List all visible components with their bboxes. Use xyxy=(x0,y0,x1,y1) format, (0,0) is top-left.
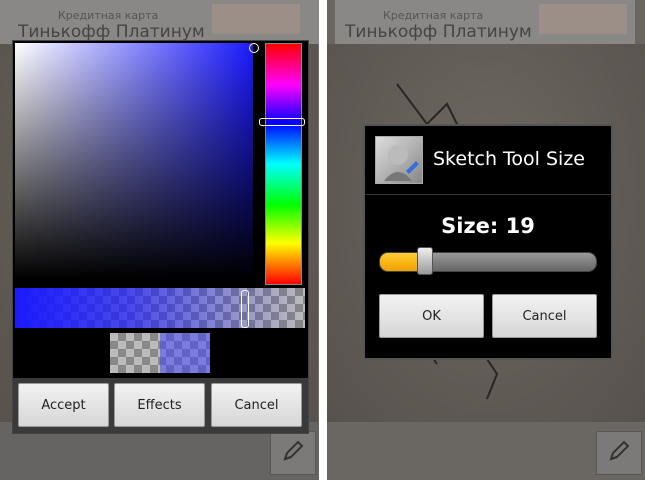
saturation-value-square[interactable] xyxy=(15,43,253,279)
right-screen: Кредитная карта Тинькофф Платинум Sketch… xyxy=(327,0,645,480)
hue-slider[interactable] xyxy=(265,43,302,285)
accept-button[interactable]: Accept xyxy=(18,383,109,427)
size-slider-thumb[interactable] xyxy=(417,247,434,275)
cancel-button[interactable]: Cancel xyxy=(492,294,597,338)
dialog-title: Sketch Tool Size xyxy=(433,148,585,170)
dialog-button-row: Accept Effects Cancel xyxy=(13,378,308,433)
size-slider-track[interactable] xyxy=(379,252,597,272)
ad-title: Тинькофф Платинум xyxy=(345,22,532,42)
pencil-tool-button[interactable] xyxy=(270,431,316,475)
banknote-image xyxy=(539,4,627,34)
app-icon xyxy=(375,136,423,184)
alpha-slider[interactable] xyxy=(15,288,305,328)
effects-button[interactable]: Effects xyxy=(114,383,205,427)
alpha-gradient xyxy=(15,288,305,328)
pencil-icon xyxy=(279,437,307,469)
hue-handle[interactable] xyxy=(259,118,305,126)
color-picker-dialog: Accept Effects Cancel xyxy=(12,40,309,434)
ad-caption: Кредитная карта xyxy=(58,9,159,22)
ad-banner[interactable]: Кредитная карта Тинькофф Платинум xyxy=(335,0,635,44)
banknote-image xyxy=(212,4,300,34)
new-color-swatch xyxy=(160,333,210,373)
ok-button[interactable]: OK xyxy=(379,294,484,338)
cancel-button[interactable]: Cancel xyxy=(211,383,302,427)
pencil-icon xyxy=(605,437,633,469)
alpha-handle[interactable] xyxy=(241,290,249,328)
sv-cursor[interactable] xyxy=(249,43,259,53)
ad-banner[interactable]: Кредитная карта Тинькофф Платинум xyxy=(0,0,319,44)
size-label: Size: 19 xyxy=(441,214,535,238)
sketch-size-dialog: Sketch Tool Size Size: 19 OK Cancel xyxy=(363,124,613,360)
dialog-header: Sketch Tool Size xyxy=(365,126,611,195)
screen-divider xyxy=(319,0,327,480)
pencil-tool-button[interactable] xyxy=(596,431,642,475)
ad-title: Тинькофф Платинум xyxy=(18,22,205,42)
left-screen: Кредитная карта Тинькофф Платинум Accept… xyxy=(0,0,319,480)
ad-caption: Кредитная карта xyxy=(383,9,484,22)
color-preview xyxy=(110,333,210,373)
